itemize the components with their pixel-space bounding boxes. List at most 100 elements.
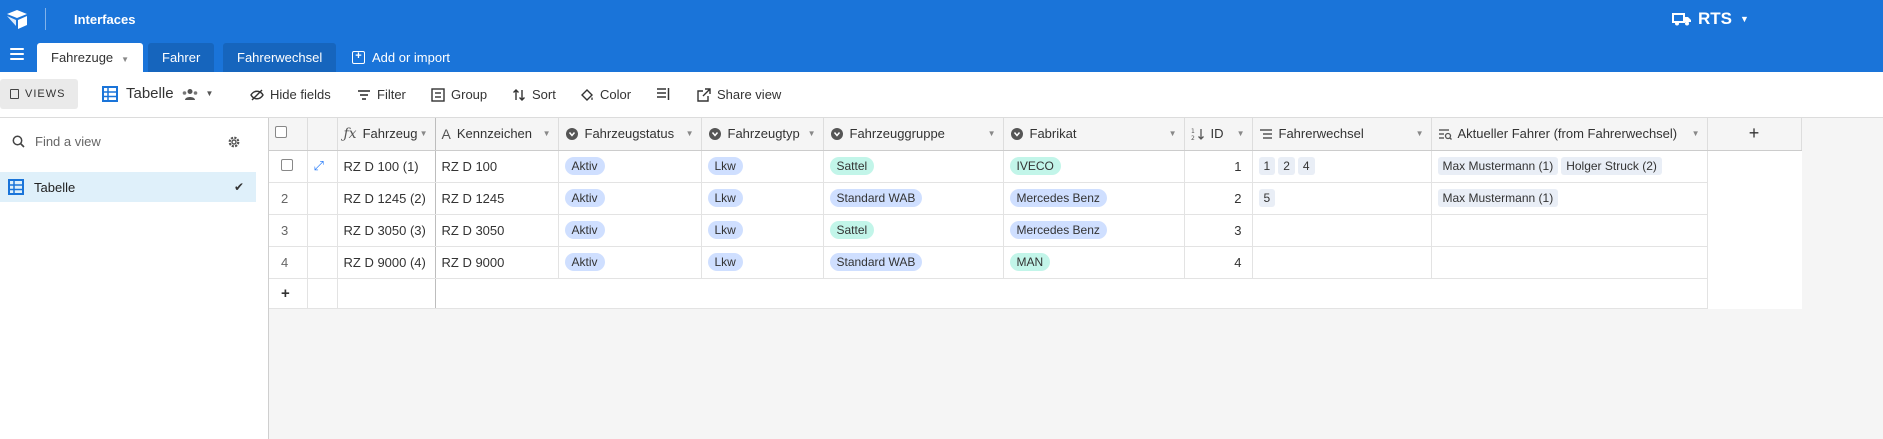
add-record-cell[interactable] <box>337 278 436 309</box>
expand-record-cell[interactable] <box>307 246 338 279</box>
sort-button[interactable]: Sort <box>512 87 556 102</box>
row-select-cell[interactable] <box>269 150 308 183</box>
column-header-kennzeichen[interactable]: A Kennzeichen ▼ <box>435 118 559 151</box>
menu-icon[interactable] <box>10 48 24 60</box>
views-toggle-button[interactable]: VIEWS <box>0 79 78 109</box>
cell-kennzeichen[interactable]: RZ D 1245 <box>435 182 559 215</box>
cell-fabrikat[interactable]: MAN <box>1003 246 1185 279</box>
cell-fahrzeug[interactable]: RZ D 9000 (4) <box>337 246 436 279</box>
table-row[interactable]: 2 RZ D 1245 (2) RZ D 1245 Aktiv Lkw Stan… <box>269 182 1801 215</box>
cell-fabrikat[interactable]: Mercedes Benz <box>1003 182 1185 215</box>
cell-fahrzeugstatus[interactable]: Aktiv <box>558 150 702 183</box>
sidebar-item-tabelle[interactable]: Tabelle ✔ <box>0 172 256 202</box>
cell-id[interactable]: 3 <box>1184 214 1253 247</box>
cell-fahrzeuggruppe[interactable]: Standard WAB <box>823 246 1004 279</box>
view-switcher[interactable]: Tabelle ▼ <box>102 85 213 102</box>
color-button[interactable]: Color <box>580 87 631 102</box>
cell-fahrzeugstatus[interactable]: Aktiv <box>558 182 702 215</box>
add-record-cell[interactable] <box>307 278 338 309</box>
select-all-header[interactable] <box>269 118 308 151</box>
tab-fahrezuge[interactable]: Fahrezuge ▼ <box>37 43 144 72</box>
linked-record-tag[interactable]: 5 <box>1258 189 1276 207</box>
cell-id[interactable]: 2 <box>1184 182 1253 215</box>
table-row[interactable]: ⤢ RZ D 100 (1) RZ D 100 Aktiv Lkw Sattel… <box>269 150 1801 183</box>
chevron-down-icon[interactable]: ▼ <box>1416 129 1424 138</box>
cell-fahrzeugtyp[interactable]: Lkw <box>701 182 824 215</box>
table-row[interactable]: 3 RZ D 3050 (3) RZ D 3050 Aktiv Lkw Satt… <box>269 214 1801 247</box>
expand-record-cell[interactable] <box>307 214 338 247</box>
cell-fahrzeug[interactable]: RZ D 1245 (2) <box>337 182 436 215</box>
chevron-down-icon[interactable]: ▼ <box>1169 129 1177 138</box>
add-or-import-button[interactable]: + Add or import <box>352 43 450 72</box>
cell-fahrzeuggruppe[interactable]: Sattel <box>823 150 1004 183</box>
cell-fahrerwechsel[interactable] <box>1252 246 1432 279</box>
expand-record-cell[interactable] <box>307 182 338 215</box>
chevron-down-icon[interactable]: ▼ <box>121 55 129 64</box>
column-header-aktueller-fahrer[interactable]: Aktueller Fahrer (from Fahrerwechsel) ▼ <box>1431 118 1708 151</box>
cell-fahrzeugstatus[interactable]: Aktiv <box>558 214 702 247</box>
linked-record-tag[interactable]: 4 <box>1297 157 1315 175</box>
cell-aktueller-fahrer[interactable]: Max Mustermann (1) Holger Struck (2) <box>1431 150 1708 183</box>
cell-fahrerwechsel[interactable] <box>1252 214 1432 247</box>
filter-button[interactable]: Filter <box>357 87 406 102</box>
column-header-id[interactable]: 1 2 ID ▼ <box>1184 118 1253 151</box>
cell-fahrzeugtyp[interactable]: Lkw <box>701 214 824 247</box>
row-checkbox[interactable] <box>281 158 293 171</box>
app-logo-icon[interactable] <box>6 9 28 29</box>
cell-kennzeichen[interactable]: RZ D 100 <box>435 150 559 183</box>
cell-fahrzeug[interactable]: RZ D 100 (1) <box>337 150 436 183</box>
add-record-button[interactable]: + <box>269 278 308 309</box>
share-view-button[interactable]: Share view <box>697 87 781 102</box>
cell-fahrzeugstatus[interactable]: Aktiv <box>558 246 702 279</box>
checkmark-icon: ✔ <box>233 180 244 194</box>
row-height-button[interactable] <box>656 87 670 101</box>
cell-fahrzeuggruppe[interactable]: Sattel <box>823 214 1004 247</box>
chevron-down-icon[interactable]: ▼ <box>1237 129 1245 138</box>
column-header-fahrzeugstatus[interactable]: Fahrzeugstatus ▼ <box>558 118 702 151</box>
cell-fahrzeugtyp[interactable]: Lkw <box>701 150 824 183</box>
select-all-checkbox[interactable] <box>275 126 287 139</box>
expand-icon[interactable]: ⤢ <box>314 158 324 173</box>
add-field-button[interactable]: + <box>1707 118 1802 151</box>
base-title[interactable]: Interfaces <box>74 12 135 27</box>
column-header-fahrzeug[interactable]: ƒx Fahrzeug ▼ <box>337 118 436 151</box>
cell-aktueller-fahrer[interactable] <box>1431 246 1708 279</box>
linked-record-tag[interactable]: 1 <box>1258 157 1276 175</box>
linked-record-tag[interactable]: 2 <box>1278 157 1295 175</box>
tab-fahrer[interactable]: Fahrer <box>148 43 215 72</box>
cell-fahrzeuggruppe[interactable]: Standard WAB <box>823 182 1004 215</box>
cell-aktueller-fahrer[interactable] <box>1431 214 1708 247</box>
add-record-cell[interactable] <box>435 278 1708 309</box>
cell-kennzeichen[interactable]: RZ D 3050 <box>435 214 559 247</box>
grid-view-icon <box>8 179 24 195</box>
gear-icon[interactable] <box>227 135 241 149</box>
cell-kennzeichen[interactable]: RZ D 9000 <box>435 246 559 279</box>
cell-fahrzeug[interactable]: RZ D 3050 (3) <box>337 214 436 247</box>
cell-fabrikat[interactable]: Mercedes Benz <box>1003 214 1185 247</box>
cell-aktueller-fahrer[interactable]: Max Mustermann (1) <box>1431 182 1708 215</box>
workspace-menu[interactable]: RTS ▼ <box>1672 9 1749 29</box>
hide-fields-button[interactable]: Hide fields <box>250 87 331 102</box>
add-record-row[interactable]: + <box>269 278 1801 309</box>
chevron-down-icon[interactable]: ▼ <box>1692 129 1700 138</box>
group-button[interactable]: Group <box>431 87 487 102</box>
cell-fahrzeugtyp[interactable]: Lkw <box>701 246 824 279</box>
column-header-fahrzeugtyp[interactable]: Fahrzeugtyp ▼ <box>701 118 824 151</box>
cell-fabrikat[interactable]: IVECO <box>1003 150 1185 183</box>
cell-id[interactable]: 1 <box>1184 150 1253 183</box>
column-header-fabrikat[interactable]: Fabrikat ▼ <box>1003 118 1185 151</box>
tab-fahrerwechsel[interactable]: Fahrerwechsel <box>223 43 337 72</box>
column-header-fahrzeuggruppe[interactable]: Fahrzeuggruppe ▼ <box>823 118 1004 151</box>
cell-id[interactable]: 4 <box>1184 246 1253 279</box>
cell-fahrerwechsel[interactable]: 5 <box>1252 182 1432 215</box>
cell-fahrerwechsel[interactable]: 124 <box>1252 150 1432 183</box>
chevron-down-icon[interactable]: ▼ <box>543 129 551 138</box>
chevron-down-icon[interactable]: ▼ <box>808 129 816 138</box>
chevron-down-icon[interactable]: ▼ <box>686 129 694 138</box>
chevron-down-icon[interactable]: ▼ <box>420 129 428 138</box>
expand-record-cell[interactable]: ⤢ <box>307 150 338 183</box>
table-row[interactable]: 4 RZ D 9000 (4) RZ D 9000 Aktiv Lkw Stan… <box>269 246 1801 279</box>
chevron-down-icon[interactable]: ▼ <box>988 129 996 138</box>
column-header-fahrerwechsel[interactable]: Fahrerwechsel ▼ <box>1252 118 1432 151</box>
find-view-input[interactable] <box>35 134 215 149</box>
